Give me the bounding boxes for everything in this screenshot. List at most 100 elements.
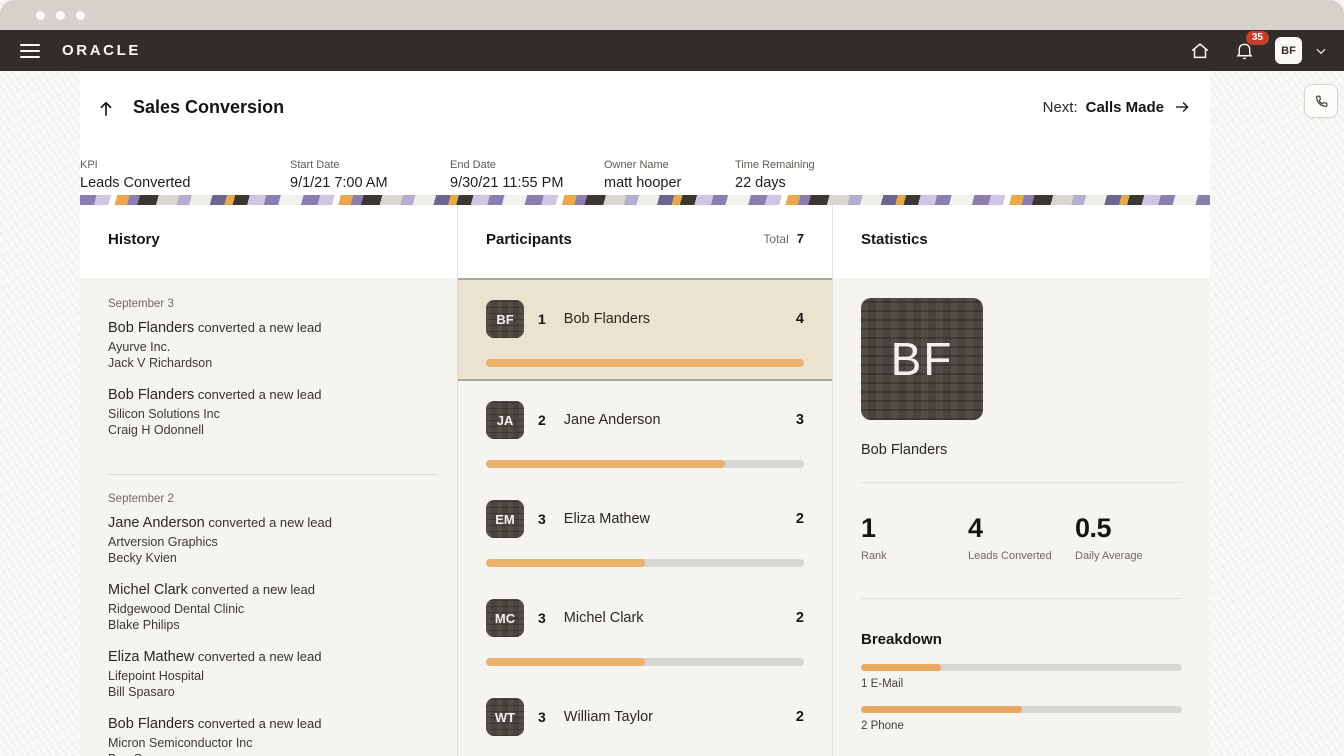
notifications-button[interactable]: 35 — [1231, 38, 1257, 64]
history-entry: Bob Flanders converted a new lead Silico… — [108, 387, 437, 438]
breakdown-progress-track — [861, 664, 1182, 671]
participant-progress-fill — [486, 460, 725, 468]
history-entry: Bob Flanders converted a new lead Ayurve… — [108, 320, 437, 371]
history-entry: Bob Flanders converted a new lead Micron… — [108, 716, 437, 756]
window-maximize-dot[interactable] — [76, 11, 85, 20]
history-entry-actor: Bob Flanders — [108, 716, 194, 732]
history-entry: Jane Anderson converted a new lead Artve… — [108, 515, 437, 566]
participant-avatar: MC — [486, 599, 524, 637]
oracle-logo: ORACLE — [62, 42, 141, 59]
menu-icon[interactable] — [20, 44, 40, 58]
participant-rank: 3 — [538, 610, 546, 626]
history-entry-actor: Jane Anderson — [108, 515, 205, 531]
kpi-field-label: KPI — [80, 159, 190, 171]
participant-score: 2 — [796, 511, 804, 527]
participants-total-value: 7 — [797, 231, 804, 246]
next-kpi-name: Calls Made — [1086, 99, 1164, 116]
kpi-field: KPI Leads Converted — [80, 159, 190, 191]
history-group: September 2 Jane Anderson converted a ne… — [108, 493, 437, 756]
divider — [861, 482, 1182, 483]
history-entry-action: Bob Flanders converted a new lead — [108, 387, 437, 403]
participant-row[interactable]: WT 3 William Taylor 2 — [458, 678, 832, 756]
participant-avatar: BF — [486, 300, 524, 338]
main-content: Sales Conversion Next: Calls Made KPI Le… — [80, 71, 1210, 756]
scroll-up-button[interactable] — [96, 98, 116, 125]
phone-panel-tab[interactable] — [1304, 84, 1338, 118]
participant-progress-track — [486, 460, 804, 468]
home-icon — [1189, 40, 1211, 62]
stat-item: 4 Leads Converted — [968, 513, 1075, 562]
history-entry-contact: Ben Swanson — [108, 751, 437, 756]
next-kpi-link[interactable]: Next: Calls Made — [1043, 98, 1192, 116]
divider — [861, 598, 1182, 599]
participant-name: William Taylor — [564, 709, 653, 725]
kpi-field-value: matt hooper — [604, 175, 681, 191]
history-entry-company: Lifepoint Hospital — [108, 668, 437, 684]
history-entry-actor: Bob Flanders — [108, 320, 194, 336]
history-entry-company: Silicon Solutions Inc — [108, 406, 437, 422]
participant-avatar: JA — [486, 401, 524, 439]
history-entry-verb: converted a new lead — [208, 515, 332, 530]
participant-name: Bob Flanders — [564, 311, 650, 327]
participant-rank: 2 — [538, 412, 546, 428]
history-list: September 3 Bob Flanders converted a new… — [80, 278, 457, 756]
breakdown-title: Breakdown — [861, 631, 1182, 648]
breakdown-label: 1 E-Mail — [861, 678, 1182, 690]
history-entry-action: Bob Flanders converted a new lead — [108, 320, 437, 336]
history-entry-action: Bob Flanders converted a new lead — [108, 716, 437, 732]
window-minimize-dot[interactable] — [56, 11, 65, 20]
history-entry-company: Artversion Graphics — [108, 534, 437, 550]
window-close-dot[interactable] — [36, 11, 45, 20]
stat-summary-row: 1 Rank 4 Leads Converted 0.5 Daily Avera… — [861, 513, 1182, 562]
participant-score: 2 — [796, 709, 804, 725]
history-date: September 2 — [108, 493, 437, 505]
participant-progress-fill — [486, 359, 804, 367]
breakdown-item: 2 Phone — [861, 706, 1182, 732]
stat-item: 1 Rank — [861, 513, 968, 562]
stat-value: 1 — [861, 513, 968, 544]
chevron-down-icon — [1314, 44, 1328, 58]
stat-label: Daily Average — [1075, 550, 1182, 562]
participant-row[interactable]: BF 1 Bob Flanders 4 — [458, 278, 832, 381]
history-entry-contact: Becky Kvien — [108, 550, 437, 566]
phone-icon — [1313, 93, 1330, 110]
participant-row[interactable]: JA 2 Jane Anderson 3 — [458, 381, 832, 480]
home-button[interactable] — [1187, 38, 1213, 64]
user-menu-button[interactable] — [1314, 44, 1328, 58]
kpi-field: Owner Name matt hooper — [604, 159, 681, 191]
stat-value: 0.5 — [1075, 513, 1182, 544]
history-entry-action: Eliza Mathew converted a new lead — [108, 649, 437, 665]
participant-rank: 3 — [538, 709, 546, 725]
history-entry-verb: converted a new lead — [198, 716, 322, 731]
participant-row[interactable]: MC 3 Michel Clark 2 — [458, 579, 832, 678]
stat-label: Rank — [861, 550, 968, 562]
history-entry-company: Micron Semiconductor Inc — [108, 735, 437, 751]
kpi-field: Time Remaining 22 days — [735, 159, 815, 191]
participant-score: 2 — [796, 610, 804, 626]
stat-value: 4 — [968, 513, 1075, 544]
history-entry-company: Ayurve Inc. — [108, 339, 437, 355]
history-entry-action: Jane Anderson converted a new lead — [108, 515, 437, 531]
breakdown-progress-fill — [861, 706, 1022, 713]
breakdown-progress-fill — [861, 664, 941, 671]
breakdown-label: 2 Phone — [861, 720, 1182, 732]
kpi-field-value: 22 days — [735, 175, 815, 191]
kpi-field-value: 9/1/21 7:00 AM — [290, 175, 388, 191]
participant-score: 3 — [796, 412, 804, 428]
kpi-field-value: 9/30/21 11:55 PM — [450, 175, 563, 191]
participant-progress-track — [486, 658, 804, 666]
breakdown-item: 1 E-Mail — [861, 664, 1182, 690]
breakdown-progress-track — [861, 706, 1182, 713]
participant-score: 4 — [796, 311, 804, 327]
stat-label: Leads Converted — [968, 550, 1075, 562]
window-controls[interactable] — [36, 11, 85, 20]
history-entry-actor: Michel Clark — [108, 582, 188, 598]
user-avatar[interactable]: BF — [1275, 37, 1302, 64]
history-title: History — [108, 231, 160, 248]
participant-row[interactable]: EM 3 Eliza Mathew 2 — [458, 480, 832, 579]
kpi-field-label: End Date — [450, 159, 563, 171]
participant-avatar: EM — [486, 500, 524, 538]
history-entry: Eliza Mathew converted a new lead Lifepo… — [108, 649, 437, 700]
participants-list: BF 1 Bob Flanders 4 JA 2 Jane Anderson 3… — [458, 278, 832, 756]
participant-progress-fill — [486, 559, 645, 567]
